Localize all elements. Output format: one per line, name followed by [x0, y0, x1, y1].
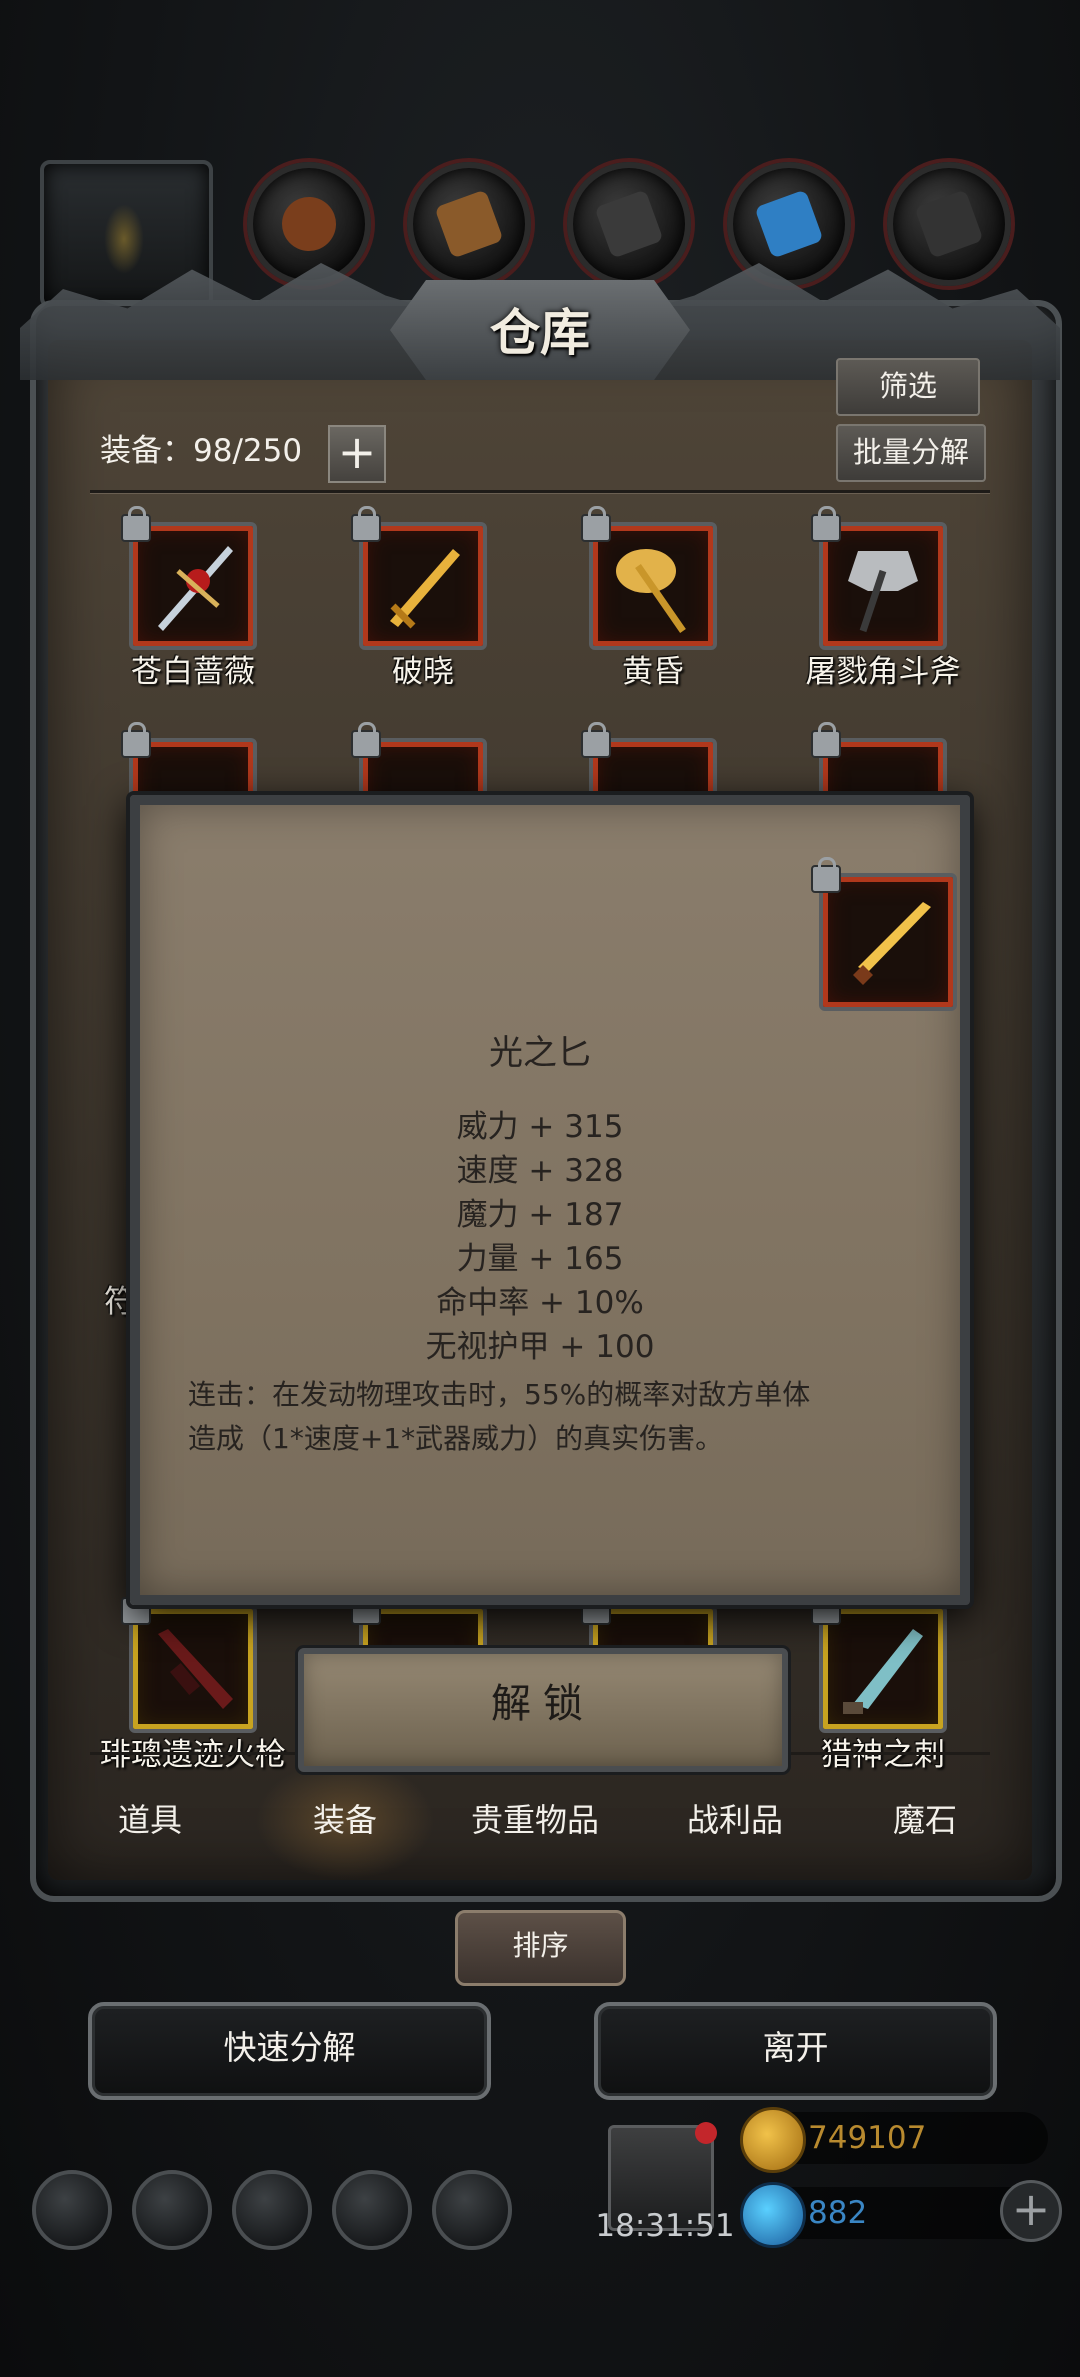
stat-line: 命中率 + 10%	[436, 1285, 644, 1321]
lock-icon	[121, 722, 151, 758]
item-frame	[121, 1589, 257, 1733]
description-line: 连击：在发动物理攻击时，55%的概率对敌方单体	[188, 1378, 811, 1411]
item-name: 光之匕	[489, 1033, 591, 1073]
item-frame	[811, 1589, 947, 1733]
item-slot[interactable]: 破晓	[318, 506, 528, 691]
settings-icon[interactable]	[32, 2170, 112, 2250]
stat-line: 力量 + 165	[456, 1241, 624, 1277]
item-frame	[351, 506, 487, 650]
gold-amount: 749107	[808, 2120, 927, 2156]
item-frame	[811, 506, 947, 650]
category-boots-icon[interactable]	[887, 162, 1011, 286]
skills-icon[interactable]	[432, 2170, 512, 2250]
leave-button[interactable]: 离开	[594, 2002, 997, 2100]
tab-valuables[interactable]: 贵重物品	[445, 1760, 625, 1880]
tab-magic-stones[interactable]: 魔石	[835, 1760, 1015, 1880]
item-slot[interactable]: 屠戮角斗斧	[778, 506, 988, 691]
unlock-button[interactable]: 解锁	[298, 1648, 788, 1772]
page-title: 仓库	[490, 303, 590, 362]
item-slot[interactable]: 黄昏	[548, 506, 758, 691]
equipment-count-value: 98/250	[193, 433, 303, 469]
item-frame	[811, 857, 957, 1011]
filter-button[interactable]: 筛选	[836, 358, 980, 416]
category-helmet-icon[interactable]	[247, 162, 371, 286]
category-gloves-icon[interactable]	[567, 162, 691, 286]
bulk-decompose-button[interactable]: 批量分解	[836, 424, 986, 482]
sort-button[interactable]: 排序	[455, 1910, 626, 1986]
lock-icon	[351, 722, 381, 758]
dagger-icon	[853, 902, 931, 985]
item-tooltip: 光之匕 威力 + 315 速度 + 328 魔力 + 187 力量 + 165 …	[130, 795, 970, 1605]
notification-dot	[695, 2122, 717, 2144]
clock: 18:31:51	[595, 2208, 735, 2244]
stat-line: 速度 + 328	[456, 1153, 624, 1189]
tab-loot[interactable]: 战利品	[645, 1760, 825, 1880]
item-frame	[581, 506, 717, 650]
item-name: 黄昏	[622, 654, 684, 690]
gem-icon	[740, 2182, 806, 2248]
item-frame	[121, 506, 257, 650]
category-armor-icon[interactable]	[407, 162, 531, 286]
gem-amount: 882	[808, 2195, 868, 2231]
lock-icon	[581, 722, 611, 758]
gold-coin-icon	[740, 2107, 806, 2173]
dagger-icon	[843, 1629, 923, 1714]
stat-line: 威力 + 315	[456, 1109, 624, 1145]
stat-line: 无视护甲 + 100	[425, 1329, 655, 1365]
lock-icon	[811, 722, 841, 758]
divider	[90, 490, 990, 493]
tab-equipment[interactable]: 装备	[255, 1760, 435, 1880]
quick-decompose-button[interactable]: 快速分解	[88, 2002, 491, 2100]
item-slot[interactable]: 猎神之刺	[778, 1589, 988, 1774]
item-name: 屠戮角斗斧	[805, 654, 961, 690]
sword-icon	[390, 549, 460, 629]
book-icon[interactable]	[232, 2170, 312, 2250]
item-slot[interactable]: 琲璁遗迹火枪	[88, 1589, 298, 1774]
category-crystal-icon[interactable]	[727, 162, 851, 286]
rifle-icon	[158, 1629, 233, 1709]
item-name: 苍白蔷薇	[131, 654, 255, 690]
item-name: 破晓	[392, 654, 454, 690]
equipment-count-label: 装备：	[100, 433, 193, 469]
achievement-icon[interactable]	[132, 2170, 212, 2250]
category-tabs: 道具 装备 贵重物品 战利品 魔石	[60, 1760, 1020, 1880]
axe-icon	[616, 549, 686, 633]
expand-capacity-button[interactable]: +	[328, 425, 386, 483]
sword-icon	[158, 546, 233, 631]
equipment-count: 装备：98/250	[100, 425, 302, 470]
skill-description: 连击：在发动物理攻击时，55%的概率对敌方单体 造成（1*速度+1*武器威力）的…	[188, 1373, 908, 1461]
stat-line: 魔力 + 187	[456, 1197, 624, 1233]
description-line: 造成（1*速度+1*武器威力）的真实伤害。	[188, 1422, 724, 1455]
tab-items[interactable]: 道具	[60, 1760, 240, 1880]
axe-icon	[848, 551, 918, 633]
add-gems-button[interactable]: +	[1000, 2180, 1062, 2242]
item-slot[interactable]: 苍白蔷薇	[88, 506, 298, 691]
mail-icon[interactable]	[332, 2170, 412, 2250]
